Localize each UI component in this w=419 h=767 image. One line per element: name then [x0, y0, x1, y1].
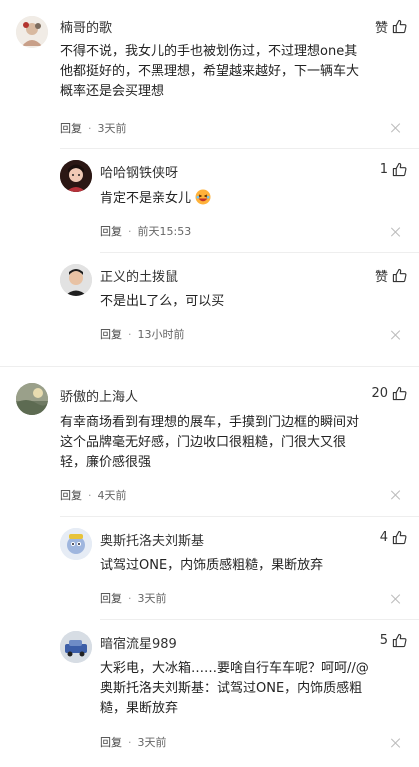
- like-button[interactable]: 5: [380, 633, 407, 648]
- reply-author[interactable]: 正义的土拨鼠: [100, 266, 178, 285]
- close-icon[interactable]: [391, 330, 401, 340]
- comment-text-line: 轻，廉价感很强: [60, 455, 152, 470]
- comment-text-line: 概率还是会买理想: [60, 84, 165, 99]
- timestamp: 13小时前: [137, 328, 185, 341]
- reply-button[interactable]: 回复: [60, 120, 82, 136]
- reply-text: 试驾过ONE，内饰质感粗糙，果断放弃: [100, 558, 324, 573]
- separator: ·: [88, 488, 92, 502]
- divider: [100, 252, 419, 253]
- reply-meta: 回复 · 前天15:53: [100, 223, 191, 239]
- timestamp: 3天前: [137, 736, 167, 749]
- laughing-emoji-icon: [195, 189, 211, 205]
- like-count: 4: [379, 530, 388, 545]
- reply-button[interactable]: 回复: [100, 734, 122, 750]
- timestamp: 3天前: [137, 592, 167, 605]
- reply-button[interactable]: 回复: [100, 326, 122, 342]
- divider: [0, 366, 419, 367]
- close-icon[interactable]: [391, 738, 401, 748]
- comment-text-line: 他都挺好的，不黑理想，希望越来越好，下一辆车大: [60, 64, 360, 79]
- comment-text-line: 不得不说，我女儿的手也被划伤过，不过理想one其: [60, 44, 358, 59]
- reply-text-line: 奥斯托洛夫刘斯基：试驾过ONE，内饰质感粗: [100, 681, 363, 696]
- close-icon[interactable]: [391, 490, 401, 500]
- reply-meta: 回复 · 13小时前: [100, 326, 185, 342]
- like-count: 5: [379, 633, 388, 648]
- like-count: 20: [371, 386, 388, 401]
- like-count: 1: [379, 162, 388, 177]
- timestamp: 前天15:53: [137, 225, 192, 238]
- thumbs-up-icon: [392, 162, 407, 177]
- thumbs-up-icon: [392, 530, 407, 545]
- thumbs-up-icon: [392, 633, 407, 648]
- like-button[interactable]: 赞: [375, 266, 407, 285]
- close-icon[interactable]: [391, 594, 401, 604]
- reply-author[interactable]: 暗宿流星989: [100, 633, 177, 652]
- reply-text-line: 糙，果断放弃: [100, 701, 179, 716]
- thumbs-up-icon: [392, 19, 407, 34]
- reply-button[interactable]: 回复: [60, 487, 82, 503]
- avatar[interactable]: [16, 383, 48, 415]
- reply-button[interactable]: 回复: [100, 223, 122, 239]
- separator: ·: [128, 591, 132, 605]
- like-label: 赞: [374, 270, 388, 285]
- comment-text: 有幸商场看到有理想的展车，手摸到门边框的瞬间对 这个品牌毫无好感，门边收口很粗糙…: [60, 413, 405, 473]
- like-button[interactable]: 20: [371, 386, 407, 401]
- reply-text-content: 肯定不是亲女儿: [100, 191, 192, 206]
- reply-text: 不是出L了么，可以买: [100, 294, 225, 309]
- reply-meta: 回复 · 3天前: [100, 590, 167, 606]
- like-button[interactable]: 赞: [375, 17, 407, 36]
- comment-author[interactable]: 骄傲的上海人: [60, 386, 138, 405]
- reply-meta: 回复 · 3天前: [100, 734, 167, 750]
- separator: ·: [128, 224, 132, 238]
- like-button[interactable]: 1: [380, 162, 407, 177]
- timestamp: 4天前: [97, 489, 127, 502]
- avatar[interactable]: [16, 16, 48, 48]
- reply-text: 大彩电，大冰箱……要啥自行车车呢？呵呵//@ 奥斯托洛夫刘斯基：试驾过ONE，内…: [100, 659, 405, 719]
- comment-meta: 回复 · 4天前: [60, 487, 127, 503]
- divider: [60, 516, 419, 517]
- comment-text-line: 这个品牌毫无好感，门边收口很粗糙，门很大又很: [60, 435, 347, 450]
- reply-button[interactable]: 回复: [100, 590, 122, 606]
- close-icon[interactable]: [391, 227, 401, 237]
- close-icon[interactable]: [391, 123, 401, 133]
- thumbs-up-icon: [392, 386, 407, 401]
- divider: [60, 148, 419, 149]
- avatar[interactable]: [60, 528, 92, 560]
- like-label: 赞: [374, 21, 388, 36]
- avatar[interactable]: [60, 631, 92, 663]
- reply-text-line: 大彩电，大冰箱……要啥自行车车呢？呵呵//@: [100, 661, 369, 676]
- timestamp: 3天前: [97, 122, 127, 135]
- comment-meta: 回复 · 3天前: [60, 120, 127, 136]
- divider: [100, 619, 419, 620]
- separator: ·: [128, 327, 132, 341]
- separator: ·: [128, 735, 132, 749]
- thumbs-up-icon: [392, 268, 407, 283]
- like-button[interactable]: 4: [380, 530, 407, 545]
- comment-author[interactable]: 楠哥的歌: [60, 17, 112, 36]
- avatar[interactable]: [60, 264, 92, 296]
- reply-author[interactable]: 奥斯托洛夫刘斯基: [100, 530, 204, 549]
- comment-text-line: 有幸商场看到有理想的展车，手摸到门边框的瞬间对: [60, 415, 360, 430]
- reply-text: 肯定不是亲女儿: [100, 189, 211, 209]
- reply-author[interactable]: 哈哈钢铁侠呀: [100, 162, 178, 181]
- avatar[interactable]: [60, 160, 92, 192]
- separator: ·: [88, 121, 92, 135]
- comment-text: 不得不说，我女儿的手也被划伤过，不过理想one其 他都挺好的，不黑理想，希望越来…: [60, 42, 405, 102]
